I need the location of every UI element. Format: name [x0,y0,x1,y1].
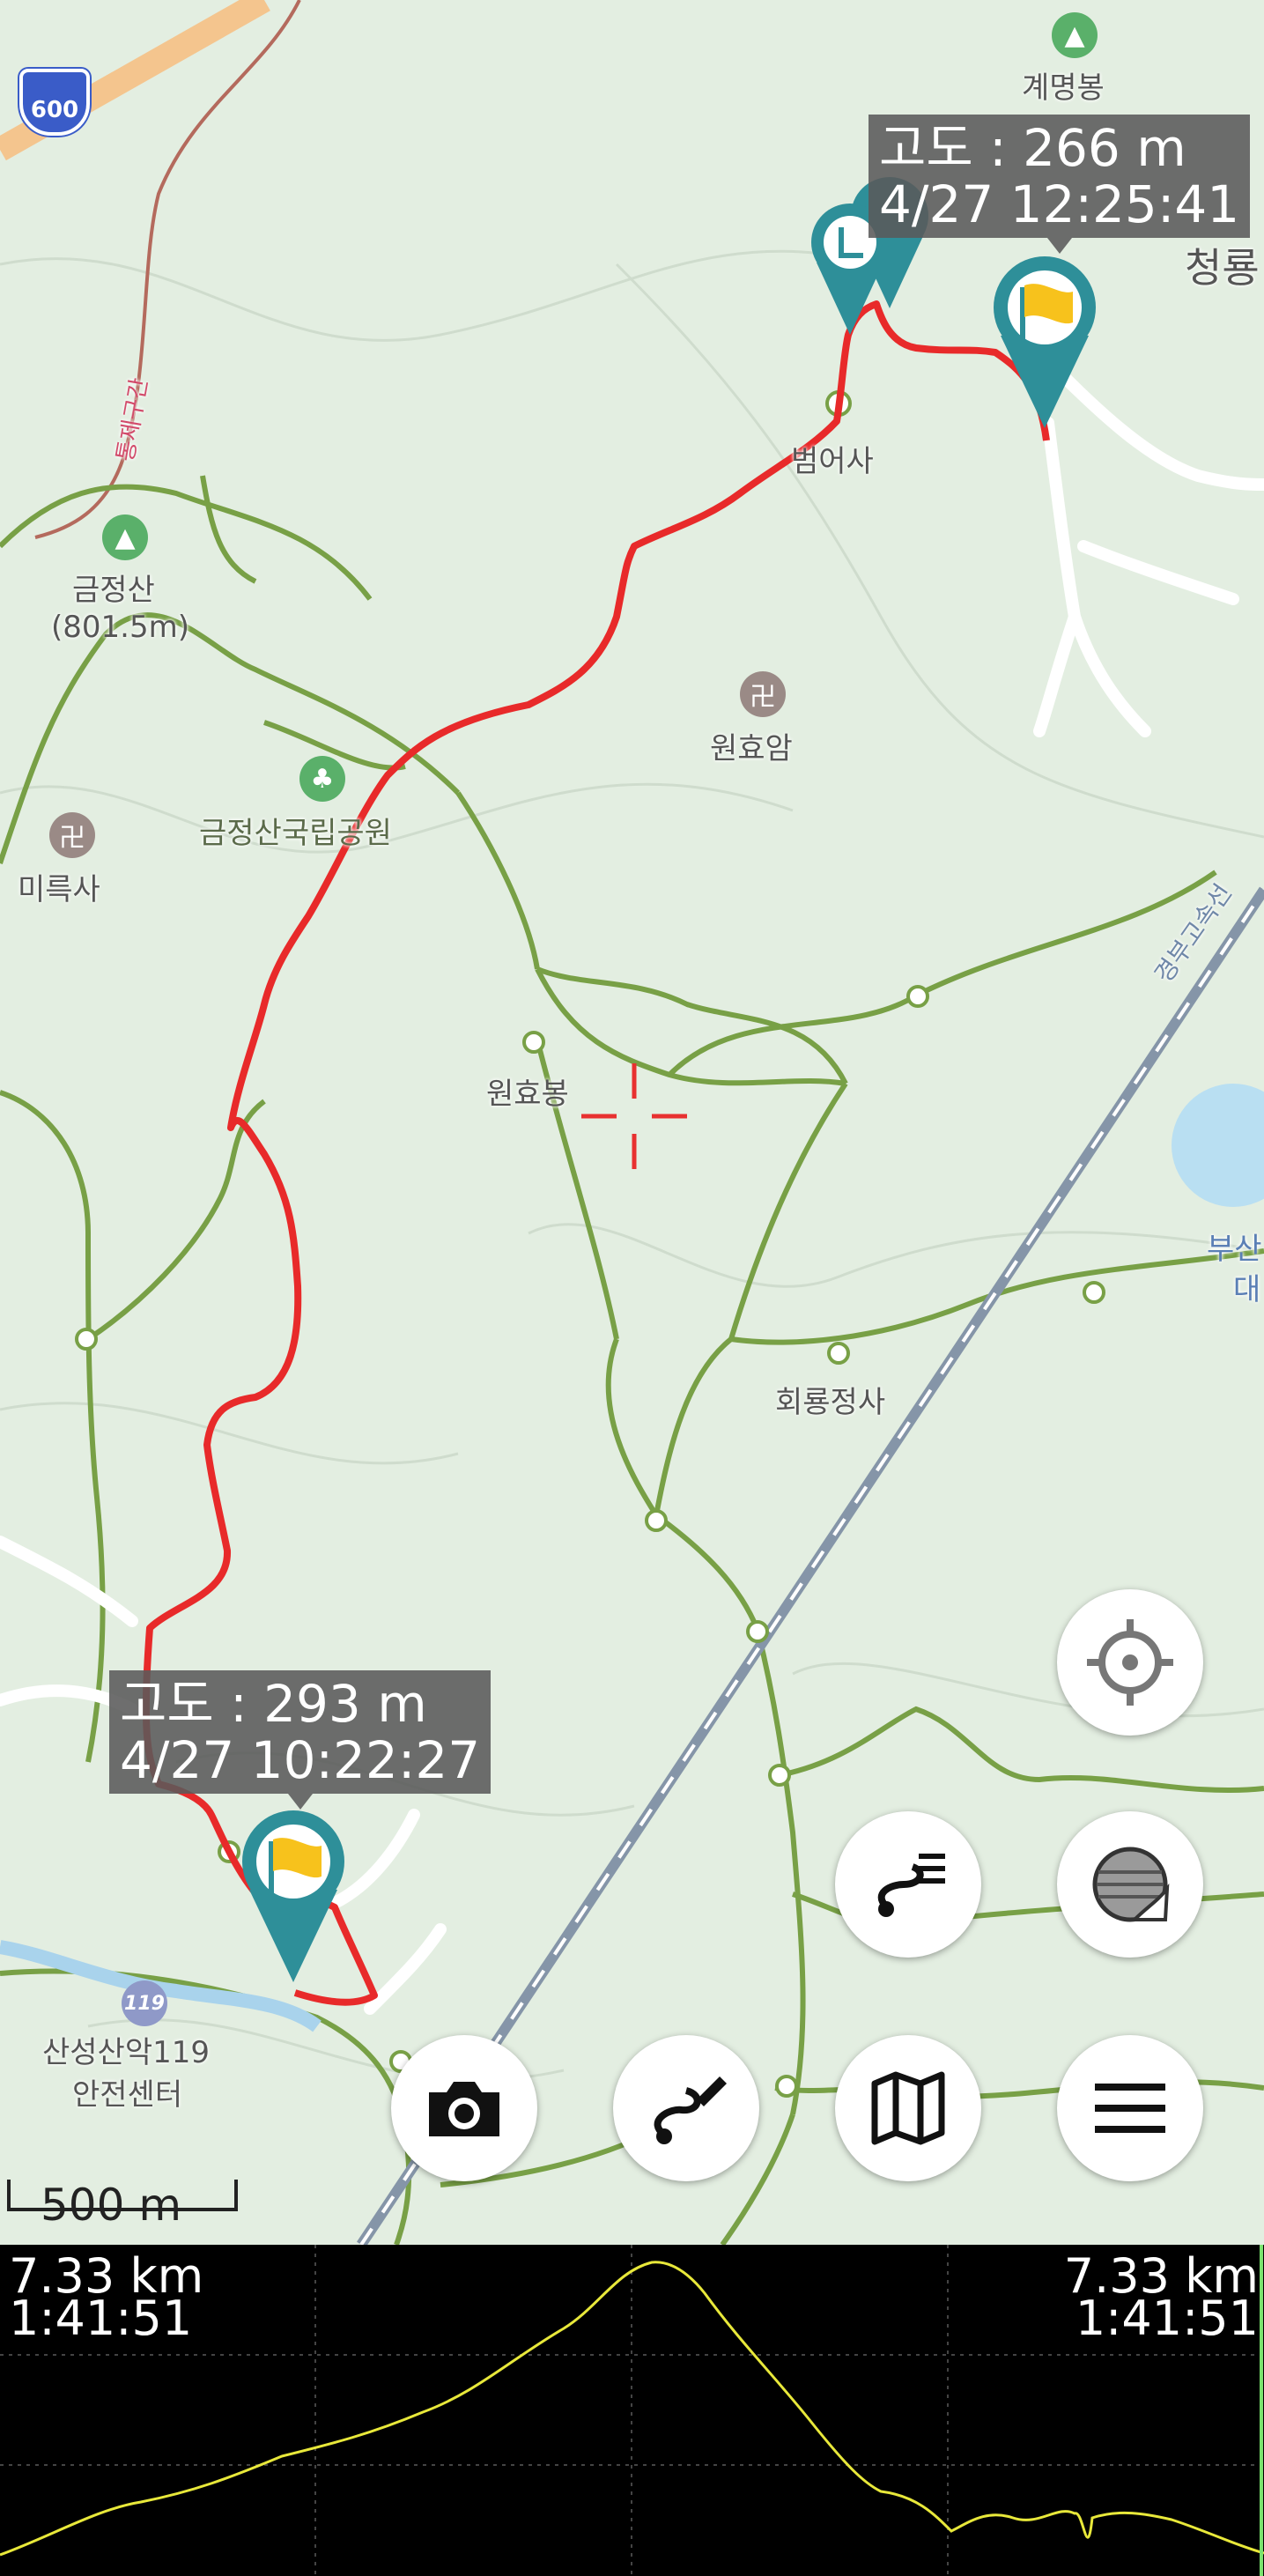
menu-icon [1095,2084,1165,2133]
end-point-tooltip: 고도 : 266 m 4/27 12:25:41 [869,115,1251,254]
label-busan: 부산 [1207,1232,1262,1267]
camera-button[interactable] [391,2035,537,2181]
track-list-button[interactable] [835,1811,981,1958]
highway-shield-number: 600 [30,97,79,123]
start-time: 4/27 10:22:27 [120,1730,481,1790]
label-gyemyeongbong: 계명봉 [1022,70,1105,106]
layers-button[interactable] [1057,1811,1203,1958]
layers-icon [1092,1847,1170,1922]
temple-icon: 卍 [49,812,95,858]
temple-icon: 卍 [740,671,786,717]
map-button[interactable] [835,2035,981,2181]
label-cheongryong: 청룡 [1185,244,1260,292]
end-time: 4/27 12:25:41 [879,174,1240,234]
locate-button[interactable] [1057,1589,1203,1736]
mountain-icon: ▲ [1052,12,1098,58]
label-hoeryongjeongsa: 회룡정사 [775,1385,886,1420]
label-mireuksa: 미륵사 [18,872,100,907]
park-icon: ♣ [299,756,345,802]
mountain-icon: ▲ [102,514,148,560]
start-altitude: 고도 : 293 m [120,1674,427,1734]
label-geumjeongsan-elev: (801.5m) [51,610,189,645]
track-list-icon [877,1854,945,1917]
crosshair-icon [1087,1619,1173,1706]
label-wonhyobong: 원효봉 [486,1077,569,1112]
start-point-tooltip: 고도 : 293 m 4/27 10:22:27 [109,1670,492,1810]
map-view[interactable]: 600 ▲ 계명봉 청룡 범어사 ▲ 금정산 (801.5m) 卍 원효암 ♣ … [0,0,1264,2245]
elevation-profile[interactable]: 7.33 km 1:41:51 7.33 km 1:41:51 [0,2245,1264,2576]
draw-route-button[interactable] [613,2035,759,2181]
camera-icon [429,2082,499,2136]
menu-button[interactable] [1057,2035,1203,2181]
label-rescue-2: 안전센터 [72,2077,183,2113]
scale-label: 500 m [41,2180,182,2231]
left-time: 1:41:51 [9,2291,193,2346]
label-geumjeongsan: 금정산 [72,573,155,608]
end-altitude: 고도 : 266 m [879,118,1186,178]
label-rescue: 산성산악119 [42,2035,211,2070]
start-marker[interactable] [242,1810,344,1982]
highway-shield-icon: 600 [19,69,90,136]
label-wonhyoam: 원효암 [710,731,793,766]
rescue-center-icon: 119 [122,1980,167,2026]
map-icon [871,2071,945,2145]
label-beomeosa: 범어사 [791,444,874,479]
label-park: 금정산국립공원 [199,816,392,851]
route-draw-icon [654,2076,727,2144]
right-time: 1:41:51 [1075,2291,1259,2346]
end-marker[interactable] [994,256,1096,428]
label-busan-2: 대 [1233,1272,1261,1307]
